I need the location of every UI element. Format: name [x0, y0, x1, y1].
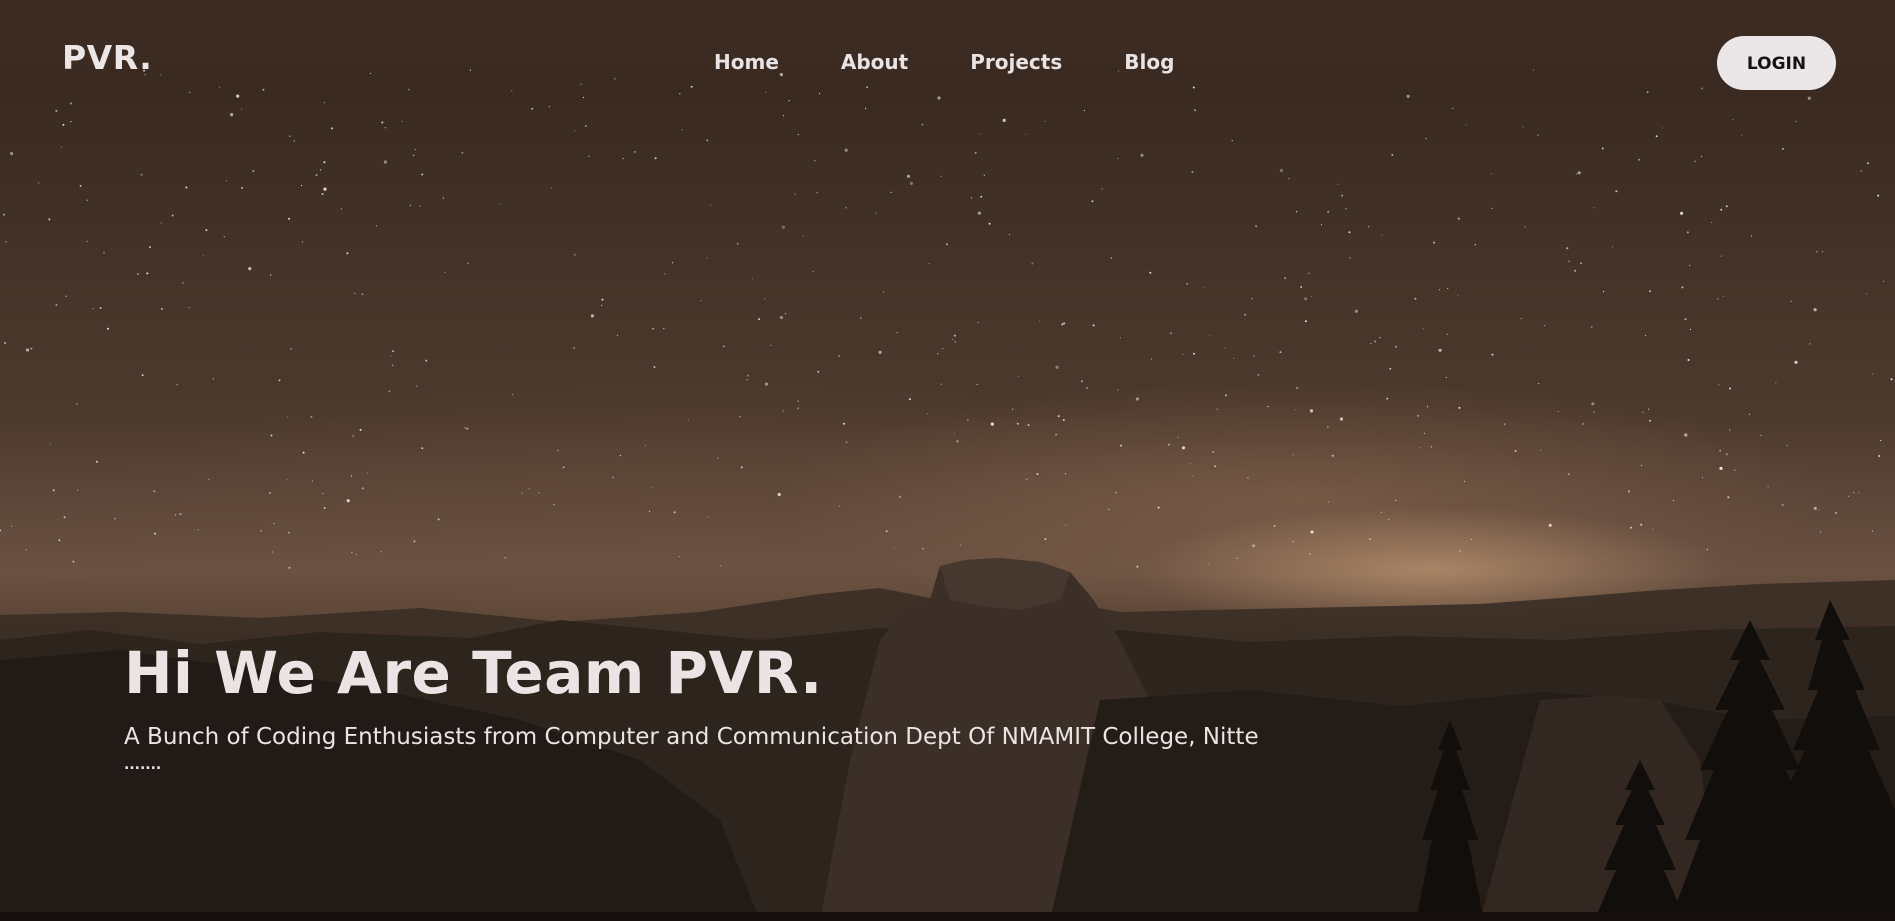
hero-subtitle: A Bunch of Coding Enthusiasts from Compu…: [124, 724, 1259, 750]
nav-menu: Home About Projects Blog: [714, 50, 1236, 74]
nav-link-projects[interactable]: Projects: [970, 50, 1062, 74]
nav-link-blog[interactable]: Blog: [1124, 50, 1174, 74]
hero-content: Hi We Are Team PVR. A Bunch of Coding En…: [124, 638, 1624, 772]
hero-headline: Hi We Are Team PVR.: [124, 639, 823, 707]
hero-ellipsis: .......: [124, 757, 162, 773]
brand-logo[interactable]: PVR.: [62, 38, 152, 77]
login-button[interactable]: LOGIN: [1717, 36, 1836, 90]
nav-link-home[interactable]: Home: [714, 50, 779, 74]
nav-link-about[interactable]: About: [841, 50, 908, 74]
top-navigation-bar: PVR. Home About Projects Blog LOGIN: [0, 0, 1895, 124]
hero-section: PVR. Home About Projects Blog LOGIN Hi W…: [0, 0, 1895, 921]
mountain-landscape-background: [0, 558, 1895, 921]
